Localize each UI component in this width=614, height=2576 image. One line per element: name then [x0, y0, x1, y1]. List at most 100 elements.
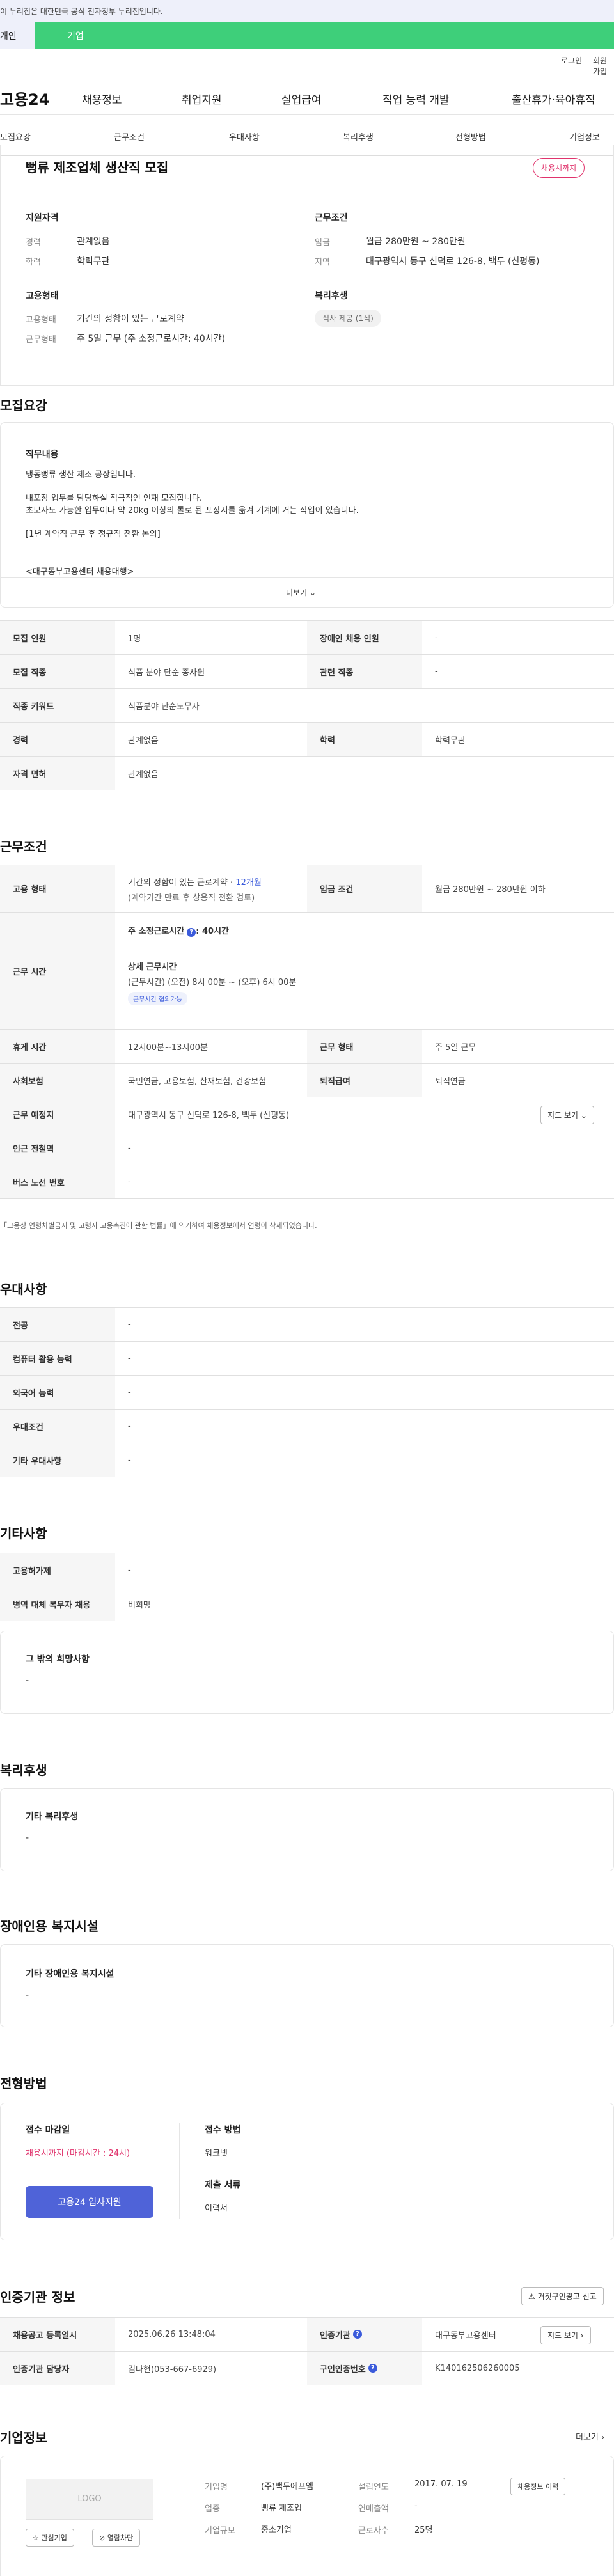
employees: 25명 [414, 2525, 433, 2535]
gnb-item[interactable]: 채용정보 [82, 91, 122, 107]
table-row: 인증기관 담당자 김나현(053-667-6929) 구인인증번호? K1401625… [0, 2352, 614, 2385]
join-link[interactable]: 회원가입 [593, 55, 614, 77]
history-button[interactable]: 채용정보 이력 [510, 2478, 566, 2495]
welfare-heading: 복리후생 [0, 1763, 47, 1778]
gnb-item[interactable]: 출산휴가·육아휴직 [512, 91, 595, 107]
emp-title: 고용형태 [26, 291, 59, 301]
info-icon[interactable]: ? [187, 928, 196, 937]
apply-label: 고용24 입사지원 [58, 2197, 122, 2208]
th: 근무 예정지 [0, 1097, 115, 1131]
info-icon[interactable]: ? [368, 2364, 377, 2373]
tab-business[interactable]: 기업 [35, 22, 614, 49]
table-row: 버스 노선 번호 - [0, 1165, 614, 1199]
industry: 뻥류 제조업 [261, 2504, 302, 2513]
map-button[interactable]: 지도 보기 › [540, 2326, 591, 2344]
login-link[interactable]: 로그인 [561, 55, 582, 66]
th: 사회보험 [0, 1064, 115, 1097]
tab-personal[interactable]: 개인 [0, 22, 35, 49]
company-name: (주)백두에프엠 [261, 2482, 313, 2492]
disab-heading: 장애인용 복지시설 [0, 1919, 99, 1934]
weekly-hours-label: 주 소정근로시간 [128, 927, 185, 936]
th: 모집 인원 [0, 621, 115, 654]
fav-button[interactable]: ☆ 관심기업 [26, 2529, 74, 2547]
divider [179, 2123, 180, 2219]
emp-months: 12개월 [235, 878, 262, 888]
edu-label: 학력 [26, 258, 41, 267]
warning-icon: ⚠ [528, 2292, 535, 2301]
revenue: - [414, 2501, 418, 2511]
job-title: 뻥류 제조업체 생산직 모집 [26, 160, 169, 175]
table-row: 전공 - [0, 1308, 614, 1342]
td: - [128, 1177, 131, 1187]
divider [0, 577, 614, 578]
td: K140162506260005 [435, 2363, 520, 2373]
company-logo: LOGO [26, 2479, 154, 2520]
th: 관련 직종 [307, 655, 422, 688]
th: 고용 형태 [0, 865, 115, 912]
snb-item[interactable]: 복리후생 [343, 130, 374, 143]
table-row: 인근 전철역 - [0, 1131, 614, 1165]
td: 대구동부고용센터 [435, 2330, 496, 2341]
edu-value: 학력무관 [77, 256, 110, 267]
map-button[interactable]: 지도 보기 ⌄ [540, 1106, 594, 1124]
table-row: 근무 시간 주 소정근로시간?: 40시간 상세 근무시간 (근무시간) (오전… [0, 913, 614, 1030]
emp-value: 기간의 정함이 있는 근로계약 · 12개월 [128, 876, 262, 888]
td: 국민연금, 고용보험, 산재보험, 건강보험 [128, 1076, 267, 1087]
gnb-item[interactable]: 직업 능력 개발 [382, 91, 450, 107]
apply-button[interactable]: 고용24 입사지원 [26, 2186, 154, 2218]
disab-box-value: - [26, 1990, 29, 2000]
area-label: 지역 [315, 258, 330, 267]
duty-line: 내포장 업무를 담당하실 적극적인 인재 모집합니다. [26, 494, 202, 503]
th: 인증기관? [307, 2318, 422, 2351]
weekly-hours-value: : 40시간 [196, 927, 229, 936]
detail-hours: (근무시간) (오전) 8시 00분 ~ (오후) 6시 00분 [128, 978, 297, 987]
snb-item[interactable]: 전형방법 [455, 130, 486, 143]
th: 외국어 능력 [0, 1376, 115, 1409]
worktype-label: 근무형태 [26, 335, 56, 345]
size: 중소기업 [261, 2525, 292, 2535]
gnb-item[interactable]: 실업급여 [281, 91, 322, 107]
th: 임금 조건 [307, 865, 422, 912]
hours-tag: 근무시간 협의가능 [128, 992, 187, 1005]
table-row: 우대조건 - [0, 1410, 614, 1443]
info-icon[interactable]: ? [352, 2330, 362, 2339]
table-row: 근무 예정지 대구광역시 동구 신덕로 126-8, 백두 (신평동) 지도 보기 … [0, 1097, 614, 1131]
recruit-heading: 모집요강 [0, 398, 47, 413]
th: 근무 형태 [307, 1030, 422, 1063]
td: 비희망 [128, 1600, 151, 1610]
chevron-right-icon: › [601, 2433, 605, 2442]
top-tabs: 개인 기업 [0, 22, 614, 49]
gov-banner: 이 누리집은 대한민국 공식 전자정부 누리집입니다. [0, 0, 614, 22]
area-value: 대구광역시 동구 신덕로 126-8, 백두 (신평동) [366, 256, 540, 267]
snb-item[interactable]: 기업정보 [569, 130, 600, 143]
th: 근무 시간 [0, 913, 115, 1029]
block-icon: ⊘ [99, 2534, 106, 2542]
gnb-item[interactable]: 취업지원 [182, 91, 222, 107]
welfare-title: 복리후생 [315, 291, 348, 301]
td: 식품분야 단순노무자 [128, 702, 200, 712]
chevron-right-icon: › [580, 2331, 584, 2340]
docs-title: 제출 서류 [205, 2180, 241, 2190]
etc-heading: 기타사항 [0, 1526, 47, 1541]
company-more[interactable]: 더보기 › [576, 2430, 604, 2442]
welfare-pill: 식사 제공 (1식) [315, 310, 381, 327]
status-badge: 채용시까지 [533, 158, 585, 178]
td: 학력무관 [435, 735, 466, 746]
block-button[interactable]: ⊘ 열람차단 [92, 2529, 141, 2547]
report-label: 거짓구인광고 신고 [537, 2292, 597, 2301]
snb-item[interactable]: 모집요강 [0, 130, 31, 143]
logo[interactable]: 고용24 [0, 87, 50, 109]
deadline-value: 채용시까지 (마감시간 : 24시) [26, 2149, 130, 2158]
th: 학력 [307, 723, 422, 756]
size-label: 기업규모 [205, 2526, 235, 2536]
company-name-label: 기업명 [205, 2483, 228, 2492]
disab-box [0, 1944, 614, 2027]
table-row: 외국어 능력 - [0, 1376, 614, 1410]
th: 병역 대체 복무자 채용 [0, 1587, 115, 1621]
report-button[interactable]: ⚠ 거짓구인광고 신고 [521, 2287, 604, 2305]
more-button[interactable]: 더보기 ⌄ [286, 587, 316, 598]
snb-item[interactable]: 근무조건 [114, 130, 145, 143]
more-label: 더보기 [576, 2433, 599, 2442]
snb-item[interactable]: 우대사항 [229, 130, 260, 143]
etc-box-title: 그 밖의 희망사항 [26, 1654, 90, 1665]
